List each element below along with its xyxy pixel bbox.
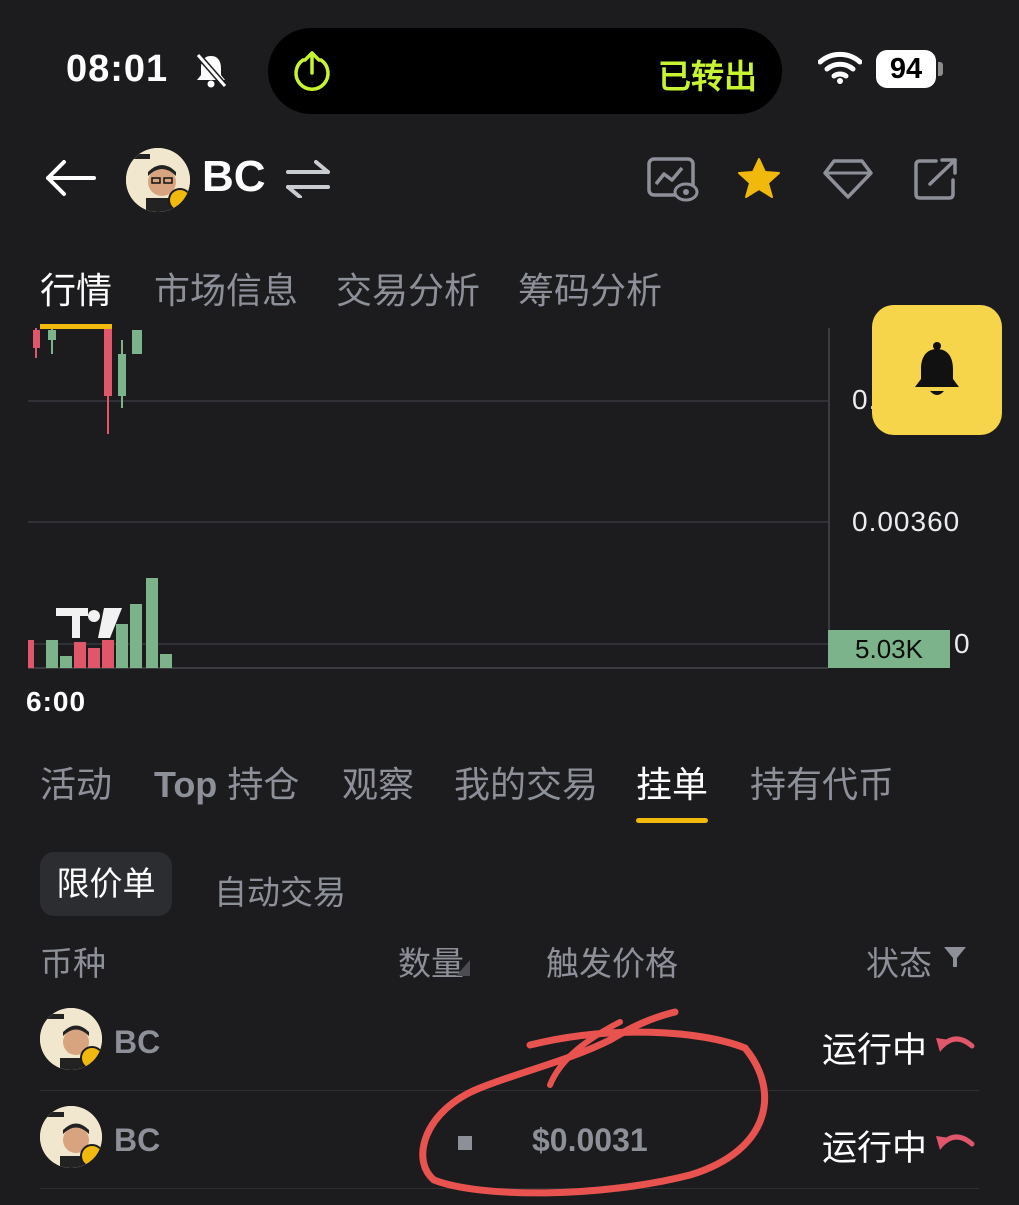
tab-market-info[interactable]: 市场信息 — [154, 262, 298, 314]
upload-icon — [290, 48, 334, 97]
battery-tip — [938, 62, 943, 76]
tab-auto-trade[interactable]: 自动交易 — [214, 866, 346, 914]
sort-icon[interactable] — [454, 958, 472, 983]
back-arrow-icon[interactable] — [44, 158, 98, 203]
tab-activity[interactable]: 活动 — [40, 756, 112, 808]
status-time: 08:01 — [66, 48, 169, 90]
chart-watch-icon[interactable] — [646, 156, 700, 209]
tab-trade-analysis[interactable]: 交易分析 — [336, 262, 480, 314]
price-alert-button[interactable] — [872, 305, 1002, 435]
column-trigger-price: 触发价格 — [546, 945, 678, 982]
tab-holdings[interactable]: 持有代币 — [750, 756, 894, 808]
token-avatar — [126, 148, 190, 212]
share-icon[interactable] — [912, 156, 960, 207]
order-status: 运行中 — [822, 1129, 928, 1168]
tab-market[interactable]: 行情 — [40, 262, 112, 314]
tab-holder-analysis[interactable]: 筹码分析 — [518, 262, 662, 314]
price-axis-label: 0.00360 — [852, 506, 961, 537]
time-axis-label: 6:00 — [26, 686, 87, 717]
mute-bell-icon — [192, 52, 230, 93]
order-symbol: BC — [114, 1024, 161, 1060]
island-status-text: 已转出 — [658, 58, 757, 95]
red-circle-annotation — [400, 1000, 800, 1205]
favorite-star-icon[interactable] — [736, 156, 782, 205]
order-status: 运行中 — [822, 1031, 928, 1070]
cancel-order-icon[interactable] — [934, 1128, 976, 1159]
swap-arrows-icon[interactable] — [284, 160, 332, 203]
token-avatar — [40, 1008, 102, 1070]
tab-top-holders[interactable]: Top 持仓 — [154, 756, 299, 808]
column-symbol: 币种 — [40, 945, 106, 982]
tab-open-orders[interactable]: 挂单 — [636, 756, 708, 808]
cancel-order-icon[interactable] — [934, 1030, 976, 1061]
filter-icon[interactable] — [942, 944, 968, 975]
active-tab-indicator — [636, 818, 708, 823]
token-symbol-title: BC — [202, 152, 266, 201]
tab-limit-order[interactable]: 限价单 — [40, 852, 172, 916]
battery-level: 94 — [876, 50, 936, 88]
volume-badge: 5.03K — [828, 630, 950, 668]
column-status: 状态 — [866, 945, 932, 982]
token-avatar — [40, 1106, 102, 1168]
order-symbol: BC — [114, 1122, 161, 1158]
wifi-icon — [817, 50, 863, 89]
price-chart[interactable] — [0, 318, 1019, 678]
diamond-icon[interactable] — [822, 158, 874, 205]
tab-my-trades[interactable]: 我的交易 — [454, 756, 598, 808]
bell-icon — [910, 341, 964, 406]
tab-watch[interactable]: 观察 — [342, 756, 414, 808]
price-axis-zero: 0 — [954, 628, 971, 659]
